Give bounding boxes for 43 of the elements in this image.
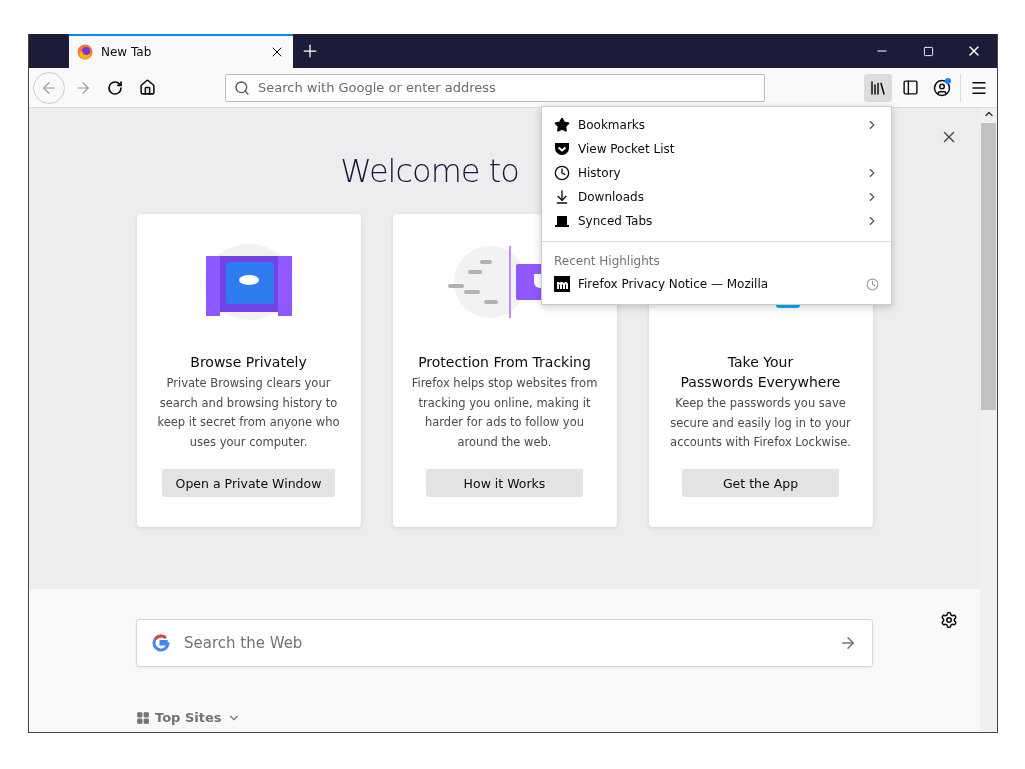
search-engine-logo-icon — [152, 634, 170, 652]
card-action-button[interactable]: Open a Private Window — [161, 469, 336, 497]
sidebar-icon — [901, 79, 919, 96]
home-icon — [138, 79, 156, 96]
laptop-icon — [554, 213, 570, 229]
card-description: Firefox helps stop websites from tracking you online, making it harder for ads to follow you around the web. — [411, 375, 598, 452]
card-action-button[interactable]: How it Works — [426, 469, 583, 497]
browser-logo-icon — [77, 44, 93, 60]
highlight-item[interactable]: Firefox Privacy Notice — Mozilla — [542, 272, 891, 296]
card-title: Take Your Passwords Everywhere — [680, 353, 841, 392]
card-description: Private Browsing clears your search and browsing history to keep it secret from anyone who uses your computer. — [157, 375, 340, 452]
card-title: Browse Privately — [190, 353, 307, 372]
search-icon — [234, 79, 250, 96]
library-icon — [869, 78, 887, 97]
site-logo-icon — [554, 276, 570, 292]
top-sites-toggle[interactable]: Top Sites — [136, 710, 241, 725]
card-title: Protection From Tracking — [418, 353, 591, 372]
user-icon — [933, 78, 951, 97]
section-title: Recent Highlights — [553, 253, 661, 270]
menu-item[interactable]: Synced Tabs — [542, 209, 891, 233]
maximize-icon — [922, 45, 934, 57]
settings-icon[interactable] — [940, 611, 958, 629]
arrow-right-icon[interactable] — [839, 634, 857, 652]
web-search-field[interactable]: Search the Web — [136, 619, 873, 667]
download-icon — [554, 189, 570, 205]
menu-item[interactable]: Bookmarks — [542, 113, 891, 137]
clock-icon — [554, 165, 570, 181]
browser-tab[interactable]: New Tab — [69, 34, 293, 68]
library-button[interactable] — [864, 73, 892, 102]
grid-icon — [136, 710, 150, 725]
pocket-icon — [554, 141, 570, 157]
reload-icon — [107, 79, 123, 96]
address-bar[interactable]: Search with Google or enter address — [225, 73, 765, 102]
star-icon — [554, 117, 570, 133]
notification-dot — [945, 77, 951, 84]
card-description: Keep the passwords you save secure and easily log in to your accounts with Firefox Lockwise. — [670, 395, 851, 452]
scrollbar[interactable] — [980, 108, 997, 732]
menu-item[interactable]: Downloads — [542, 185, 891, 209]
menu-item[interactable]: History — [542, 161, 891, 185]
card-action-button[interactable]: Get the App — [682, 469, 839, 497]
menu-item[interactable]: View Pocket List — [542, 137, 891, 161]
welcome-heading: Welcome to — [340, 152, 519, 192]
clock-icon — [866, 277, 879, 291]
